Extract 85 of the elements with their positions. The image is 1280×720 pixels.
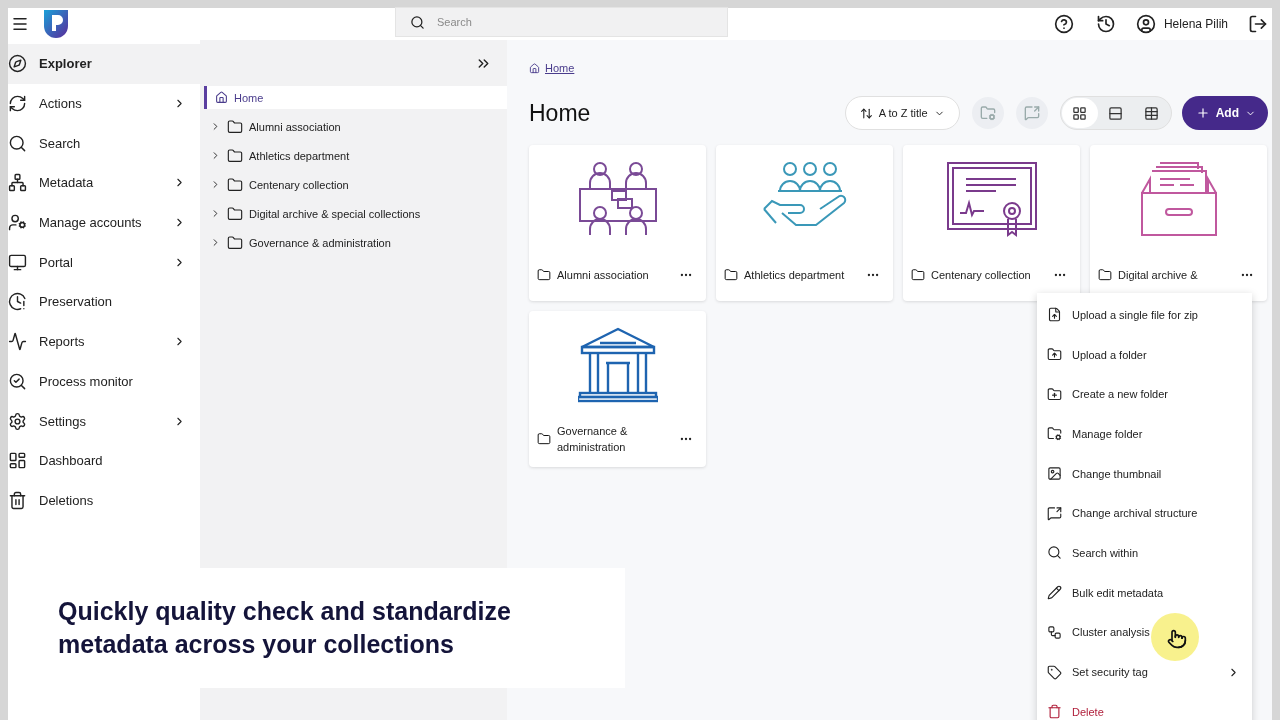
help-icon xyxy=(1053,14,1074,34)
tree-item[interactable]: Digital archive & special collections xyxy=(200,199,507,228)
folder-icon xyxy=(227,205,243,222)
user-icon xyxy=(1135,14,1156,34)
view-icon xyxy=(1108,105,1124,121)
add-button[interactable]: Add xyxy=(1181,96,1268,130)
search-icon xyxy=(8,133,27,153)
home-icon xyxy=(215,91,228,104)
trash-icon xyxy=(1047,704,1062,720)
image-icon xyxy=(1047,466,1062,482)
tree-item[interactable]: Governance & administration xyxy=(200,228,507,257)
folder-gear-icon xyxy=(979,105,996,121)
folder-upload-icon xyxy=(1047,347,1062,363)
caption-text: metadata across your collections xyxy=(58,629,455,660)
sort-button[interactable]: A to Z title xyxy=(844,96,960,130)
menu-item[interactable]: Change thumbnail xyxy=(1037,453,1252,494)
menu-item[interactable]: Bulk edit metadata xyxy=(1037,572,1252,613)
folder-card[interactable]: Digital archive & xyxy=(1090,145,1267,301)
folder-icon xyxy=(227,118,243,135)
folder-icon xyxy=(911,268,925,282)
folder-icon xyxy=(227,147,243,164)
structure-icon xyxy=(1023,105,1040,121)
folder-name: Alumni association xyxy=(557,268,650,283)
dashboard-icon xyxy=(8,451,27,471)
menu-item[interactable]: Search within xyxy=(1037,533,1252,573)
caption-text: Quickly quality check and standardize xyxy=(58,596,512,627)
folder-icon xyxy=(537,432,551,446)
tag-icon xyxy=(1047,664,1062,680)
nav-item[interactable]: Explorer xyxy=(8,44,200,84)
user-menu-button[interactable]: Helena Pilih xyxy=(1135,14,1228,34)
folder-name: Centenary collection xyxy=(931,268,1032,283)
menu-item[interactable]: Set security tag xyxy=(1037,652,1252,692)
sort-icon xyxy=(859,106,873,120)
folder-icon xyxy=(724,268,738,282)
tree-item[interactable]: Alumni association xyxy=(200,112,507,141)
folder-icon xyxy=(1098,268,1112,282)
folder-name: Digital archive & xyxy=(1118,268,1199,283)
structure-icon xyxy=(1047,505,1062,521)
settings-icon xyxy=(8,411,27,431)
tree-item[interactable]: Centenary collection xyxy=(200,170,507,199)
menu-item[interactable]: Delete xyxy=(1037,691,1252,720)
menu-item[interactable]: Create a new folder xyxy=(1037,374,1252,415)
page-title: Home xyxy=(529,99,592,127)
pointer-cursor-icon xyxy=(1150,612,1200,662)
plus-icon xyxy=(1195,106,1210,120)
search-field[interactable]: Search xyxy=(395,7,728,37)
hierarchy-icon xyxy=(8,173,27,193)
pencil-icon xyxy=(1047,585,1062,601)
folder-icon xyxy=(227,176,243,193)
compass-icon xyxy=(8,54,27,74)
folder-plus-icon xyxy=(1047,386,1062,402)
folder-icon xyxy=(537,268,551,282)
folder-gear-icon xyxy=(1047,426,1062,442)
wave-icon xyxy=(8,332,27,352)
refresh-icon xyxy=(8,94,27,114)
folder-card[interactable]: Alumni association xyxy=(529,145,706,301)
logo-icon[interactable] xyxy=(42,10,70,38)
home-icon xyxy=(529,62,540,74)
menu-item[interactable]: Change archival structure xyxy=(1037,493,1252,534)
monitor-icon xyxy=(8,252,27,272)
history-icon xyxy=(1095,14,1116,34)
file-upload-icon xyxy=(1047,307,1062,323)
folder-card[interactable]: Centenary collection xyxy=(903,145,1080,301)
folder-icon xyxy=(227,234,243,251)
view-icon xyxy=(1072,105,1088,121)
folder-name: Athletics department xyxy=(744,268,846,283)
search-icon xyxy=(1047,545,1062,561)
folder-card[interactable]: Governance & administration xyxy=(529,311,706,467)
folder-card[interactable]: Athletics department xyxy=(716,145,893,301)
breadcrumb-link[interactable]: Home xyxy=(529,62,575,74)
view-icon xyxy=(1144,105,1160,121)
menu-item[interactable]: Upload a folder xyxy=(1037,334,1252,375)
menu-item[interactable]: Cluster analysis xyxy=(1037,612,1252,653)
tree-item[interactable]: Athletics department xyxy=(200,141,507,170)
cluster-icon xyxy=(1047,624,1062,640)
search-icon xyxy=(410,14,425,30)
logout-icon xyxy=(1248,14,1268,34)
grid-view-button[interactable] xyxy=(1061,98,1098,128)
menu-item[interactable]: Manage folder xyxy=(1037,414,1252,454)
tree-item[interactable]: Home xyxy=(204,86,507,109)
menu-icon xyxy=(11,15,29,33)
trash-icon xyxy=(8,490,27,510)
search-input[interactable]: Search xyxy=(435,15,695,29)
folder-name: Governance & administration xyxy=(557,424,629,455)
user-gear-icon xyxy=(8,213,27,233)
